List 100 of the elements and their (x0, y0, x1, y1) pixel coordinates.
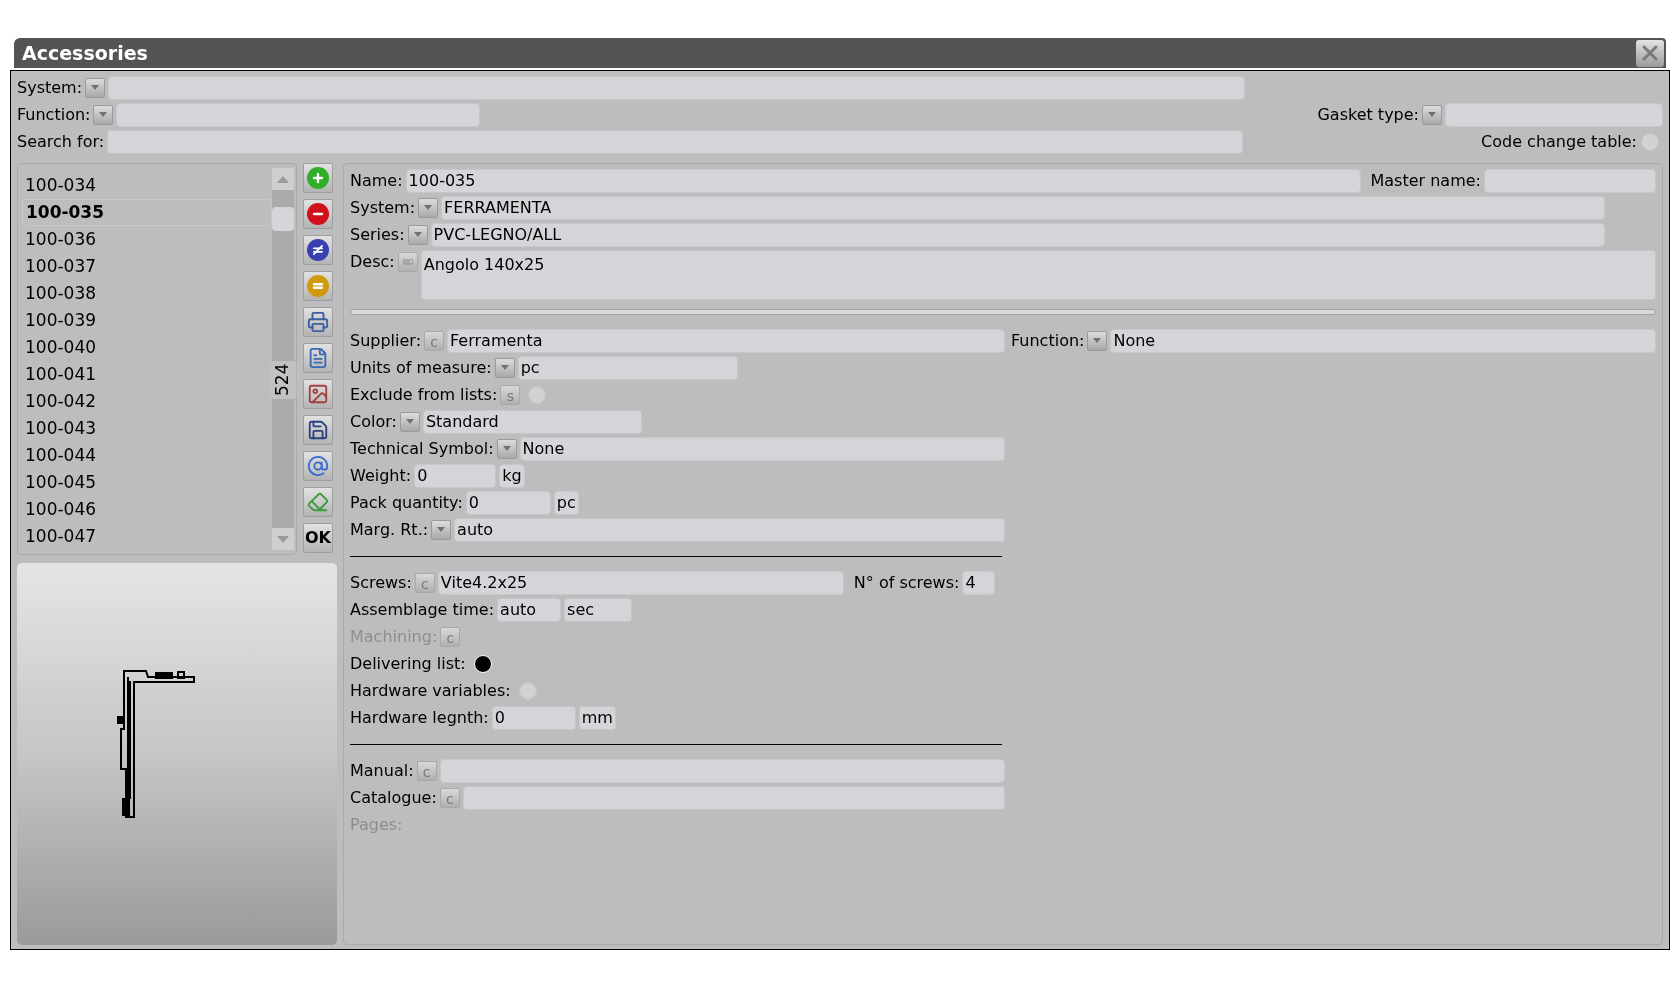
field-label: Units of measure: (350, 356, 492, 379)
list-item[interactable]: 100-046 (22, 496, 272, 523)
input-field[interactable] (1445, 102, 1663, 127)
ok-button[interactable]: OK (303, 523, 333, 553)
list-item[interactable]: 100-041 (22, 361, 272, 388)
input-field[interactable]: Vite4.2x25 (437, 570, 844, 595)
list-item[interactable]: 100-038 (22, 280, 272, 307)
field-label: Pack quantity: (350, 491, 463, 514)
save-icon (307, 419, 329, 441)
email-icon (307, 455, 329, 477)
toolbar-button[interactable] (303, 451, 333, 481)
list-item[interactable]: 100-045 (22, 469, 272, 496)
add-icon (307, 167, 329, 189)
unit-field[interactable]: kg (499, 463, 525, 488)
input-field[interactable]: PVC-LEGNO/ALL (430, 222, 1605, 247)
list-item[interactable]: 100-043 (22, 415, 272, 442)
input-field[interactable] (439, 758, 1005, 783)
field-label: Marg. Rt.: (350, 518, 429, 541)
dropdown-button[interactable] (496, 438, 517, 459)
input-field[interactable] (1484, 168, 1656, 193)
dropdown-button[interactable] (431, 519, 452, 540)
input-field[interactable]: FERRAMENTA (441, 195, 1606, 220)
field-label: Name: (350, 169, 403, 192)
splitter-handle[interactable] (350, 309, 1656, 315)
unit-field[interactable]: pc (553, 490, 579, 515)
caret-icon (1428, 112, 1436, 117)
field-label: Hardware variables: (350, 679, 511, 702)
dropdown-button[interactable] (407, 224, 428, 245)
remove-icon (307, 203, 329, 225)
dropdown-button[interactable] (1087, 330, 1108, 351)
field-label: Master name: (1370, 169, 1481, 192)
field-label: Desc: (350, 251, 395, 273)
input-field[interactable]: auto (497, 597, 562, 622)
dropdown-button[interactable] (93, 104, 114, 125)
toolbar-button[interactable] (303, 307, 333, 337)
input-field[interactable] (462, 785, 1005, 810)
field-label: Weight: (350, 464, 412, 487)
caret-icon (500, 365, 509, 370)
dropdown-button[interactable] (399, 411, 420, 432)
field-label: Function: (1011, 329, 1085, 352)
field-label: Technical Symbol: (350, 437, 494, 460)
list-item[interactable]: 100-040 (22, 334, 272, 361)
toolbar-button[interactable] (303, 343, 333, 373)
field-label: Exclude from lists: (350, 383, 498, 406)
window-title: Accessories (22, 40, 148, 66)
list-item[interactable]: 100-042 (22, 388, 272, 415)
input-field[interactable]: None (1110, 328, 1656, 353)
field-label: Hardware legnth: (350, 706, 489, 729)
dropdown-button[interactable] (418, 197, 439, 218)
document-icon (307, 347, 329, 369)
input-field[interactable]: 0 (414, 463, 497, 488)
text-icon (402, 258, 413, 266)
close-button[interactable] (1636, 39, 1664, 67)
list-item[interactable]: 100-035 (22, 199, 272, 226)
list-item[interactable]: 100-039 (22, 307, 272, 334)
toolbar-button[interactable] (303, 415, 333, 445)
field-label: Supplier: (350, 329, 422, 352)
field-label: Manual: (350, 759, 414, 782)
field-label: Gasket type: (1317, 103, 1419, 126)
list-item[interactable]: 100-036 (22, 226, 272, 253)
not-equal-icon (307, 239, 329, 261)
toolbar-button[interactable] (303, 199, 333, 229)
field-label: Color: (350, 410, 397, 433)
toolbar-button[interactable] (303, 235, 333, 265)
text-area[interactable]: Angolo 140x25 (420, 250, 1656, 300)
scroll-down-icon[interactable] (272, 528, 294, 550)
field-label: Series: (350, 223, 405, 246)
list-item[interactable]: 100-044 (22, 442, 272, 469)
scroll-thumb[interactable] (272, 207, 294, 231)
input-field[interactable]: Ferramenta (447, 328, 1005, 353)
caret-icon (99, 112, 108, 117)
input-field[interactable]: 100-035 (405, 168, 1361, 193)
unit-field[interactable]: sec (564, 597, 633, 622)
unit-field[interactable]: mm (578, 705, 616, 730)
list-item[interactable]: 100-047 (22, 523, 272, 550)
field-label: System: (350, 196, 416, 219)
search-field[interactable] (107, 129, 1244, 154)
dropdown-button[interactable] (494, 357, 515, 378)
list-item[interactable]: 100-034 (22, 172, 272, 199)
dropdown-button[interactable] (85, 77, 106, 98)
dropdown-button[interactable] (1422, 104, 1442, 125)
caret-icon (1093, 338, 1102, 343)
input-field[interactable]: 0 (465, 490, 551, 515)
equal-icon (307, 275, 329, 297)
input-field[interactable]: 4 (962, 570, 996, 595)
input-field[interactable]: pc (517, 355, 738, 380)
input-field[interactable] (116, 102, 481, 127)
caret-icon (437, 527, 446, 532)
input-field[interactable]: auto (454, 517, 1005, 542)
caret-icon (502, 446, 511, 451)
toolbar-button[interactable] (303, 379, 333, 409)
input-field[interactable]: Standard (422, 409, 642, 434)
input-field[interactable]: None (519, 436, 1005, 461)
input-field[interactable]: 0 (491, 705, 576, 730)
input-field[interactable] (108, 75, 1246, 100)
field-label: Search for: (17, 130, 105, 153)
scroll-up-icon[interactable] (272, 168, 294, 190)
scrollbar[interactable]: 524 (272, 168, 294, 550)
list-item[interactable]: 100-037 (22, 253, 272, 280)
field-label: System: (17, 76, 83, 99)
